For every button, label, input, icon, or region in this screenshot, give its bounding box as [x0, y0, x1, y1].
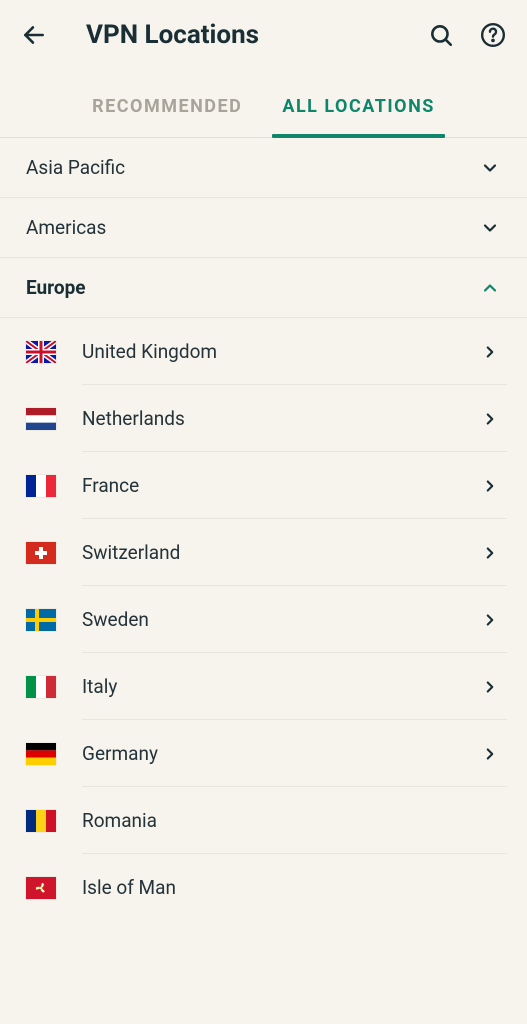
country-name: Netherlands: [82, 407, 479, 430]
help-button[interactable]: [479, 21, 507, 49]
chevron-down-icon: [479, 157, 501, 179]
region-americas[interactable]: Americas: [0, 198, 527, 258]
country-romania[interactable]: Romania: [0, 787, 527, 854]
chevron-up-icon: [479, 277, 501, 299]
region-label: Asia Pacific: [26, 156, 125, 179]
flag-im-icon: [26, 877, 56, 899]
region-label: Europe: [26, 276, 86, 299]
country-sweden[interactable]: Sweden: [0, 586, 527, 653]
chevron-down-icon: [479, 217, 501, 239]
search-button[interactable]: [427, 21, 455, 49]
region-asia-pacific[interactable]: Asia Pacific: [0, 138, 527, 198]
flag-fr-icon: [26, 475, 56, 497]
chevron-right-icon: [479, 542, 501, 564]
region-label: Americas: [26, 216, 106, 239]
country-netherlands[interactable]: Netherlands: [0, 385, 527, 452]
search-icon: [428, 22, 454, 48]
flag-se-icon: [26, 609, 56, 631]
tab-all-locations[interactable]: ALL LOCATIONS: [276, 86, 441, 137]
country-name: Sweden: [82, 608, 479, 631]
tabs: RECOMMENDED ALL LOCATIONS: [0, 70, 527, 138]
location-list: Asia Pacific Americas Europe: [0, 138, 527, 921]
page-title: VPN Locations: [86, 20, 427, 50]
header-actions: [427, 21, 507, 49]
tab-recommended[interactable]: RECOMMENDED: [86, 86, 248, 137]
back-button[interactable]: [20, 21, 48, 49]
flag-de-icon: [26, 743, 56, 765]
header: VPN Locations: [0, 0, 527, 70]
chevron-right-icon: [479, 408, 501, 430]
country-france[interactable]: France: [0, 452, 527, 519]
country-isle-of-man[interactable]: Isle of Man: [0, 854, 527, 921]
country-name: Isle of Man: [82, 876, 479, 899]
country-italy[interactable]: Italy: [0, 653, 527, 720]
chevron-right-icon: [479, 341, 501, 363]
chevron-right-icon: [479, 743, 501, 765]
country-name: Italy: [82, 675, 479, 698]
chevron-right-icon: [479, 609, 501, 631]
chevron-right-icon: [479, 475, 501, 497]
country-united-kingdom[interactable]: United Kingdom: [0, 318, 527, 385]
country-germany[interactable]: Germany: [0, 720, 527, 787]
flag-nl-icon: [26, 408, 56, 430]
country-name: Switzerland: [82, 541, 479, 564]
country-name: Romania: [82, 809, 479, 832]
flag-it-icon: [26, 676, 56, 698]
chevron-right-icon: [479, 676, 501, 698]
country-name: Germany: [82, 742, 479, 765]
country-name: France: [82, 474, 479, 497]
arrow-left-icon: [21, 22, 47, 48]
flag-ro-icon: [26, 810, 56, 832]
flag-ch-icon: [26, 542, 56, 564]
flag-gb-icon: [26, 341, 56, 363]
country-name: United Kingdom: [82, 340, 479, 363]
country-switzerland[interactable]: Switzerland: [0, 519, 527, 586]
region-europe[interactable]: Europe: [0, 258, 527, 318]
help-icon: [480, 22, 506, 48]
